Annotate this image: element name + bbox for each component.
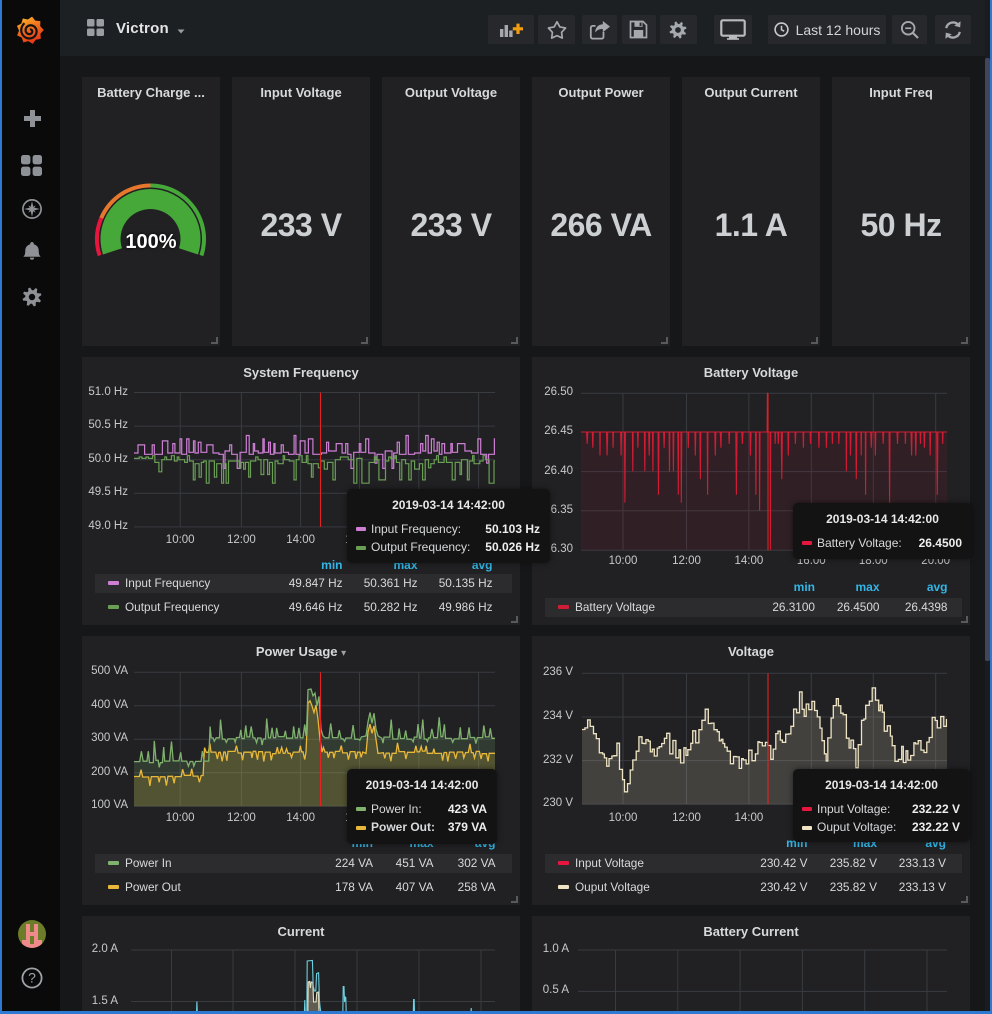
- svg-text:?: ?: [28, 969, 36, 985]
